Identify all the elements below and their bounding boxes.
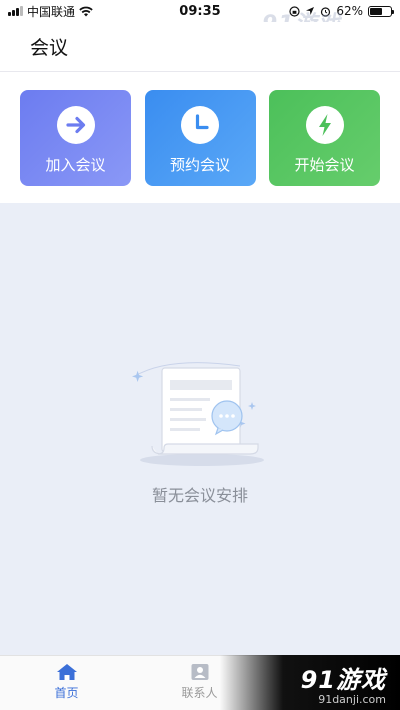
join-meeting-button[interactable]: 加入会议	[20, 90, 131, 186]
empty-document-icon	[132, 362, 264, 466]
arrow-right-icon	[56, 106, 95, 144]
status-bar: 中国联通 09:35 62%	[0, 0, 400, 22]
action-cards: 加入会议 预约会议 开始会议	[20, 90, 380, 186]
tab-contacts[interactable]: 联系人	[133, 656, 266, 710]
battery-percent: 62%	[336, 4, 363, 18]
header: 会议	[0, 22, 400, 72]
battery-icon	[368, 5, 394, 17]
join-meeting-label: 加入会议	[45, 156, 106, 174]
home-icon	[56, 664, 77, 680]
status-time: 09:35	[179, 3, 221, 19]
start-meeting-button[interactable]: 开始会议	[269, 90, 380, 186]
alarm-icon	[321, 6, 331, 17]
lock-rotation-icon	[289, 5, 300, 17]
meeting-list-empty	[0, 203, 400, 655]
page-title: 会议	[30, 37, 69, 59]
wifi-icon	[79, 6, 93, 16]
tab-contacts-label: 联系人	[181, 686, 218, 700]
clock-icon	[181, 106, 219, 144]
schedule-meeting-label: 预约会议	[169, 156, 230, 174]
status-left: 中国联通	[8, 3, 148, 20]
bottom-nav: 首页 联系人	[0, 655, 400, 710]
start-meeting-label: 开始会议	[294, 156, 355, 174]
tab-home[interactable]: 首页	[0, 656, 133, 710]
empty-state-text: 暂无会议安排	[151, 486, 248, 505]
location-icon	[306, 7, 315, 15]
signal-icon	[8, 6, 23, 16]
carrier-label: 中国联通	[27, 4, 76, 19]
schedule-meeting-button[interactable]: 预约会议	[144, 90, 256, 186]
contact-icon	[191, 664, 208, 680]
lightning-icon	[305, 106, 344, 144]
tab-home-label: 首页	[54, 686, 79, 700]
battery-fill	[370, 7, 383, 15]
status-right: 62%	[252, 4, 394, 18]
